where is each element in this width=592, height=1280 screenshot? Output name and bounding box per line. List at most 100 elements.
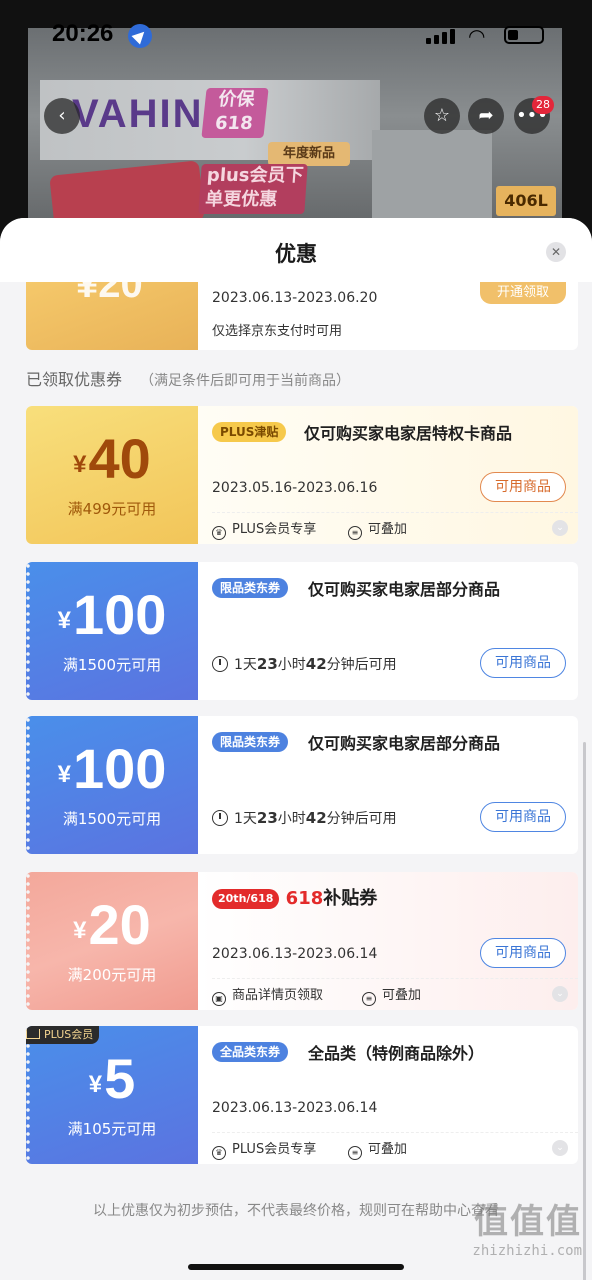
coupon-meta-plus: ♛ PLUS会员专享 xyxy=(212,518,316,540)
sheet-header: 优惠 ✕ xyxy=(0,218,592,282)
coupon-sheet: 优惠 ✕ ¥20 2023.06.13-2023.06.20 仅选择京东支付时可… xyxy=(0,218,592,1280)
location-arrow-icon xyxy=(128,24,152,48)
coupon-source-icon: ▣ xyxy=(212,992,226,1006)
stack-icon: ≡ xyxy=(362,992,376,1006)
divider xyxy=(212,512,578,513)
share-arrow-icon: ➦ xyxy=(478,105,494,126)
available-products-button[interactable]: 可用商品 xyxy=(480,938,566,968)
coupon-date: 2023.05.16-2023.06.16 xyxy=(212,480,378,496)
available-products-button[interactable]: 可用商品 xyxy=(480,802,566,832)
star-icon: ☆ xyxy=(433,105,451,126)
plus-member-ribbon: PLUS会员 xyxy=(26,1026,100,1044)
battery-icon xyxy=(504,26,544,44)
logo-618-badge: 20th/618 xyxy=(212,889,280,909)
clock-icon xyxy=(212,656,228,672)
coupon-card-partial[interactable]: ¥20 2023.06.13-2023.06.20 仅选择京东支付时可用 开通领… xyxy=(26,282,578,350)
stack-icon: ≡ xyxy=(348,526,362,540)
watermark-url: zhizhizhi.com xyxy=(472,1243,582,1259)
coupon-amount: ¥20 xyxy=(76,282,143,306)
coupon-description: 仅可购买家电家居部分商品 xyxy=(308,580,501,599)
message-count-badge: 28 xyxy=(532,96,554,114)
coupon-amount: ¥100 xyxy=(57,583,167,646)
coupon-amount: ¥5 xyxy=(88,1047,136,1110)
coupon-description: 仅可购买家电家居部分商品 xyxy=(308,734,501,753)
coupon-amount: ¥20 xyxy=(73,893,151,956)
coupon-card[interactable]: ¥100 满1500元可用 限品类东券 仅可购买家电家居部分商品 1天23小时4… xyxy=(26,716,578,854)
brand-logo: VAHIN xyxy=(72,92,204,136)
coupon-condition: 满200元可用 xyxy=(67,966,157,984)
coupon-detail: 全品类东券 全品类（特例商品除外） 2023.06.13-2023.06.14 … xyxy=(198,1026,578,1164)
coupon-condition: 满1500元可用 xyxy=(62,810,162,828)
chevron-left-icon: ‹ xyxy=(58,105,66,126)
coupon-tag: 限品类东券 xyxy=(212,732,289,752)
section-hint: （满足条件后即可用于当前商品） xyxy=(140,373,351,389)
home-indicator[interactable] xyxy=(188,1264,404,1270)
share-button[interactable]: ➦ xyxy=(468,98,504,134)
chevron-down-icon[interactable]: ⌄ xyxy=(552,520,568,536)
coupon-amount: ¥100 xyxy=(57,737,167,800)
status-time: 20:26 xyxy=(52,20,114,47)
coupon-detail: PLUS津贴 仅可购买家电家居特权卡商品 2023.05.16-2023.06.… xyxy=(198,406,578,544)
back-button[interactable]: ‹ xyxy=(44,98,80,134)
open-claim-button[interactable]: 开通领取 xyxy=(480,282,566,304)
coupon-card[interactable]: ¥20 满200元可用 20th/618 618补贴券 2023.06.13-2… xyxy=(26,872,578,1010)
coupon-date: 2023.06.13-2023.06.20 xyxy=(212,290,378,306)
coupon-detail: 限品类东券 仅可购买家电家居部分商品 1天23小时42分钟后可用 可用商品 xyxy=(198,562,578,700)
coupon-card[interactable]: ¥100 满1500元可用 限品类东券 仅可购买家电家居部分商品 1天23小时4… xyxy=(26,562,578,700)
coupon-amount: ¥40 xyxy=(73,427,151,490)
favorite-button[interactable]: ☆ xyxy=(424,98,460,134)
coupon-tag: 限品类东券 xyxy=(212,578,289,598)
coupon-amount-panel: ¥20 满200元可用 xyxy=(26,872,198,1010)
coupon-countdown: 1天23小时42分钟后可用 xyxy=(212,654,397,674)
coupon-meta-stack: ≡ 可叠加 xyxy=(348,518,407,540)
chevron-down-icon[interactable]: ⌄ xyxy=(552,1140,568,1156)
coupon-card[interactable]: ¥40 满499元可用 PLUS津贴 仅可购买家电家居特权卡商品 2023.05… xyxy=(26,406,578,544)
coupon-amount-panel: ¥40 满499元可用 xyxy=(26,406,198,544)
capacity-badge: 406L xyxy=(496,186,556,216)
watermark-logo: 值值值 xyxy=(474,1202,582,1242)
crown-icon: ♛ xyxy=(212,526,226,540)
available-products-button[interactable]: 可用商品 xyxy=(480,648,566,678)
coupon-date: 2023.06.13-2023.06.14 xyxy=(212,946,378,962)
coupon-list[interactable]: ¥20 2023.06.13-2023.06.20 仅选择京东支付时可用 开通领… xyxy=(0,282,592,1280)
wifi-icon: ◠ xyxy=(468,24,486,48)
divider xyxy=(212,978,578,979)
coupon-meta-stack: ≡ 可叠加 xyxy=(362,984,421,1006)
coupon-card[interactable]: PLUS会员 ¥5 满105元可用 全品类东券 全品类（特例商品除外） 2023… xyxy=(26,1026,578,1164)
coupon-date: 2023.06.13-2023.06.14 xyxy=(212,1100,378,1116)
coupon-meta-stack: ≡ 可叠加 xyxy=(348,1138,407,1160)
cellular-signal-icon xyxy=(426,28,456,44)
section-title: 已领取优惠券 （满足条件后即可用于当前商品） xyxy=(26,366,350,390)
coupon-condition: 满105元可用 xyxy=(67,1120,157,1138)
crown-icon xyxy=(26,1029,40,1039)
coupon-countdown: 1天23小时42分钟后可用 xyxy=(212,808,397,828)
status-bar: 20:26 ◠ xyxy=(0,0,592,48)
section-title-text: 已领取优惠券 xyxy=(26,370,123,389)
chevron-down-icon[interactable]: ⌄ xyxy=(552,986,568,1002)
coupon-tag: PLUS津贴 xyxy=(212,422,287,442)
coupon-tag: 全品类东券 xyxy=(212,1042,289,1062)
coupon-description: 全品类（特例商品除外） xyxy=(308,1044,485,1063)
close-icon: ✕ xyxy=(550,245,562,259)
coupon-detail: 20th/618 618补贴券 2023.06.13-2023.06.14 可用… xyxy=(198,872,578,1010)
close-button[interactable]: ✕ xyxy=(546,242,566,262)
coupon-title: 20th/618 618补贴券 xyxy=(212,884,377,910)
coupon-amount-panel: PLUS会员 ¥5 满105元可用 xyxy=(26,1026,198,1164)
stack-icon: ≡ xyxy=(348,1146,362,1160)
coupon-meta-source: ▣ 商品详情页领取 xyxy=(212,984,323,1006)
plus-promo-banner: plus会员下单更优惠 xyxy=(198,164,308,214)
coupon-condition: 满1500元可用 xyxy=(62,656,162,674)
price-protect-badge: 价保618 xyxy=(201,88,269,138)
watermark: 值值值 zhizhizhi.com xyxy=(472,1194,582,1259)
coupon-amount-panel: ¥100 满1500元可用 xyxy=(26,716,198,854)
divider xyxy=(212,1132,578,1133)
coupon-note: 仅选择京东支付时可用 xyxy=(212,324,343,339)
clock-icon xyxy=(212,810,228,826)
coupon-meta-plus: ♛ PLUS会员专享 xyxy=(212,1138,316,1160)
available-products-button[interactable]: 可用商品 xyxy=(480,472,566,502)
coupon-condition: 满499元可用 xyxy=(67,500,157,518)
coupon-description: 仅可购买家电家居特权卡商品 xyxy=(304,424,513,443)
coupon-amount-panel: ¥100 满1500元可用 xyxy=(26,562,198,700)
coupon-detail: 限品类东券 仅可购买家电家居部分商品 1天23小时42分钟后可用 可用商品 xyxy=(198,716,578,854)
crown-icon: ♛ xyxy=(212,1146,226,1160)
